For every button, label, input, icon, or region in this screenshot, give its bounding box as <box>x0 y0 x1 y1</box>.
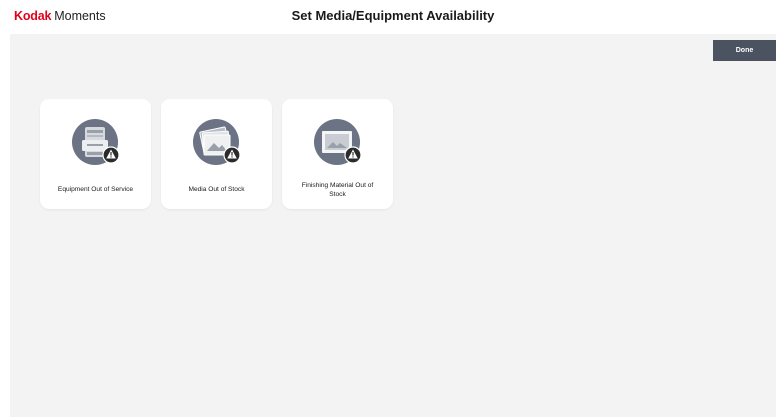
photo-stack-warning-icon <box>193 119 241 165</box>
page-title: Set Media/Equipment Availability <box>291 8 495 23</box>
tile-label: Media Out of Stock <box>188 186 245 193</box>
printer-warning-icon <box>72 119 120 165</box>
main-content: Done Equipment Out of Service Media Out … <box>10 34 776 417</box>
tile-label: Finishing Material Out of Stock <box>301 182 374 198</box>
top-bar: Kodak Moments Set Media/Equipment Availab… <box>0 0 776 34</box>
tile-media-out-of-stock[interactable]: Media Out of Stock <box>161 99 272 209</box>
tile-equipment-out-of-service[interactable]: Equipment Out of Service <box>40 99 151 209</box>
frame-warning-icon <box>314 119 362 165</box>
tile-label: Equipment Out of Service <box>57 186 134 193</box>
done-button[interactable]: Done <box>713 40 776 61</box>
tile-finishing-material-out-of-stock[interactable]: Finishing Material Out of Stock <box>282 99 393 209</box>
